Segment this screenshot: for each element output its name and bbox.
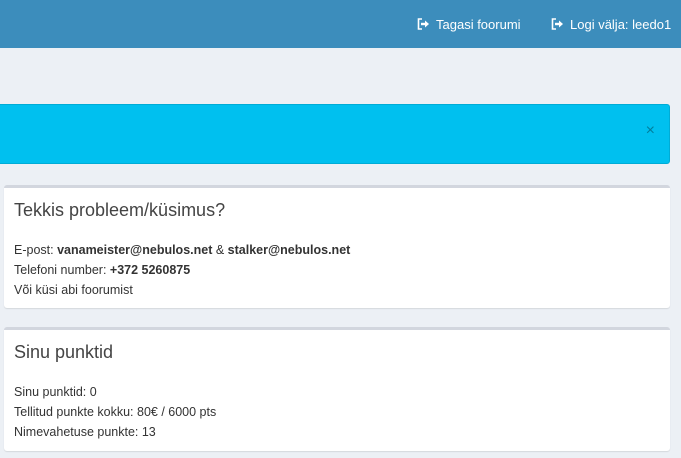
email-address-2: stalker@nebulos.net [227, 243, 351, 257]
email-address-1: vanameister@nebulos.net [57, 243, 213, 257]
points-box-body: Sinu punktid: 0 Tellitud punkte kokku: 8… [14, 382, 216, 442]
back-to-forum-link[interactable]: Tagasi foorumi [417, 0, 521, 48]
info-alert: × [0, 104, 670, 164]
points-box: Sinu punktid Sinu punktid: 0 Tellitud pu… [4, 327, 670, 451]
help-box: Tekkis probleem/küsimus? E-post: vanamei… [4, 185, 670, 308]
ordered-points-line: Tellitud punkte kokku: 80€ / 6000 pts [14, 405, 217, 419]
phone-line: Telefoni number: +372 5260875 [14, 260, 350, 280]
points-box-title: Sinu punktid [14, 342, 114, 362]
rename-points-line: Nimevahetuse punkte: 13 [14, 425, 156, 439]
phone-number: +372 5260875 [109, 263, 191, 277]
sign-out-icon [417, 18, 430, 30]
email-label: E-post: [14, 243, 58, 257]
email-separator: & [212, 243, 228, 257]
email-line: E-post: vanameister@nebulos.net & stalke… [14, 240, 350, 260]
back-to-forum-label: Tagasi foorumi [436, 16, 521, 32]
close-icon[interactable]: × [646, 121, 655, 141]
help-box-body: E-post: vanameister@nebulos.net & stalke… [14, 240, 350, 300]
logout-label: Logi välja: leedo1 [570, 16, 672, 32]
help-box-title: Tekkis probleem/küsimus? [14, 200, 226, 220]
top-navbar: Tagasi foorumi Logi välja: leedo1 [0, 0, 681, 48]
sign-out-icon [551, 18, 564, 30]
logout-link[interactable]: Logi välja: leedo1 [551, 0, 671, 48]
points-line: Sinu punktid: 0 [14, 385, 97, 399]
phone-label: Telefoni number: [14, 263, 110, 277]
forum-help-text: Või küsi abi foorumist [14, 283, 133, 297]
